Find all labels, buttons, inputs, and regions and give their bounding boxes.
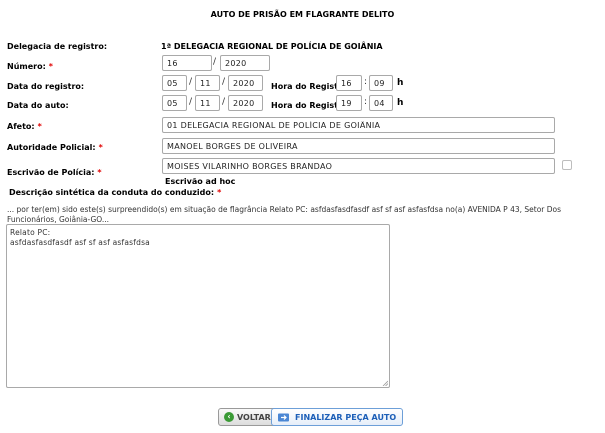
data-auto-day-input[interactable] <box>162 95 187 111</box>
data-registro-day-input[interactable] <box>162 75 187 91</box>
numero-separator: / <box>213 57 217 67</box>
data-registro-label: Data do registro: <box>7 82 85 91</box>
required-mark: * <box>37 122 42 131</box>
resize-grip-icon[interactable] <box>382 380 388 386</box>
conduta-textarea[interactable]: Relato PC: asfdasfasdfasdf asf sf asf as… <box>6 224 390 388</box>
back-arrow-circle-icon: ‹ <box>224 412 234 422</box>
data-registro-year-input[interactable] <box>228 75 263 91</box>
time-separator: : <box>364 77 368 87</box>
voltar-button-label: VOLTAR <box>237 412 271 422</box>
numero-label: Número: * <box>7 62 53 71</box>
hora-registro-hour-input[interactable] <box>336 75 362 91</box>
required-mark: * <box>97 168 102 177</box>
autoridade-label-text: Autoridade Policial: <box>7 143 96 152</box>
afeto-label: Afeto: * <box>7 122 42 131</box>
hora-auto-minute-input[interactable] <box>369 95 393 111</box>
escrivao-label: Escrivão de Polícia: * <box>7 168 102 177</box>
delegacia-value: 1ª DELEGACIA REGIONAL DE POLÍCIA DE GOIÂ… <box>161 42 383 51</box>
hora-registro-minute-input[interactable] <box>369 75 393 91</box>
required-mark: * <box>48 62 53 71</box>
date-separator: / <box>189 77 193 87</box>
page-title: AUTO DE PRISÃO EM FLAGRANTE DELITO <box>210 10 395 19</box>
data-auto-label: Data do auto: <box>7 101 69 110</box>
date-separator: / <box>189 97 193 107</box>
hora-auto-hour-input[interactable] <box>336 95 362 111</box>
escrivao-ad-hoc-checkbox[interactable] <box>562 160 572 170</box>
afeto-label-text: Afeto: <box>7 122 35 131</box>
numero-year-input[interactable] <box>220 55 270 71</box>
required-mark: * <box>98 143 103 152</box>
autoridade-input[interactable] <box>162 138 555 154</box>
data-auto-year-input[interactable] <box>228 95 263 111</box>
hour-suffix: h <box>397 98 404 108</box>
afeto-input[interactable] <box>162 117 555 133</box>
required-mark: * <box>217 188 222 197</box>
data-registro-month-input[interactable] <box>195 75 220 91</box>
time-separator: : <box>364 97 368 107</box>
finalizar-button-label: FINALIZAR PEÇA AUTO <box>295 412 397 422</box>
autoridade-label: Autoridade Policial: * <box>7 143 103 152</box>
conduta-label: Descrição sintética da conduta do conduz… <box>9 188 221 197</box>
conduta-label-text: Descrição sintética da conduta do conduz… <box>9 188 215 197</box>
hour-suffix: h <box>397 78 404 88</box>
send-arrow-icon <box>278 413 289 421</box>
escrivao-ad-hoc-label: Escrivão ad hoc <box>165 177 236 186</box>
delegacia-label: Delegacia de registro: <box>7 42 108 51</box>
escrivao-label-text: Escrivão de Polícia: <box>7 168 95 177</box>
voltar-button[interactable]: ‹ VOLTAR <box>218 408 277 426</box>
numero-label-text: Número: <box>7 62 46 71</box>
escrivao-input[interactable] <box>162 158 555 174</box>
data-auto-month-input[interactable] <box>195 95 220 111</box>
conduta-narrative: ... por ter(em) sido este(s) surpreendid… <box>7 205 562 224</box>
date-separator: / <box>222 77 226 87</box>
finalizar-button[interactable]: FINALIZAR PEÇA AUTO <box>271 408 404 426</box>
numero-input[interactable] <box>162 55 212 71</box>
date-separator: / <box>222 97 226 107</box>
